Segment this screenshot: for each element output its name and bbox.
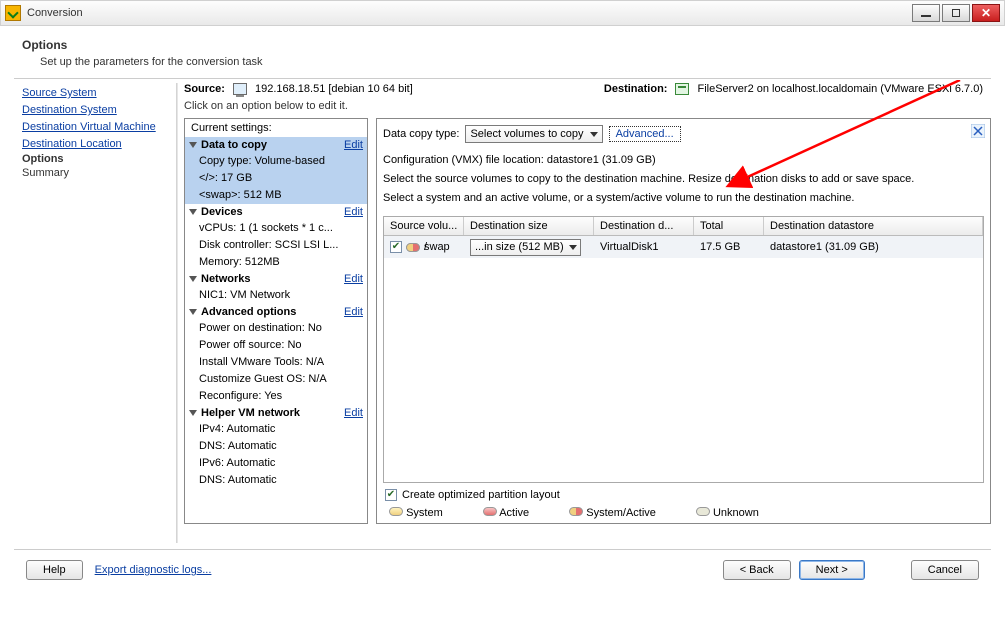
section-data-to-copy[interactable]: Data to copy Edit [185, 137, 367, 153]
legend: System Active System/Active Unknown [383, 507, 984, 519]
app-icon [5, 5, 21, 21]
edit-helper-vm[interactable]: Edit [344, 407, 363, 419]
export-logs-link[interactable]: Export diagnostic logs... [95, 564, 212, 576]
edit-data-to-copy[interactable]: Edit [344, 139, 363, 151]
section-helper-vm-network[interactable]: Helper VM network Edit [185, 405, 367, 421]
advanced-button[interactable]: Advanced... [609, 126, 681, 142]
back-button[interactable]: < Back [723, 560, 791, 580]
page-subtitle: Set up the parameters for the conversion… [40, 56, 991, 68]
setting-line: IPv4: Automatic [199, 421, 363, 438]
setting-line: vCPUs: 1 (1 sockets * 1 c... [199, 220, 363, 237]
section-advanced-options[interactable]: Advanced options Edit [185, 304, 367, 320]
chevron-down-icon [189, 276, 197, 282]
setting-line: Memory: 512MB [199, 254, 363, 271]
close-button[interactable]: ✕ [972, 4, 1000, 22]
source-value: 192.168.18.51 [debian 10 64 bit] [255, 83, 413, 95]
setting-line: Reconfigure: Yes [199, 388, 363, 405]
step-destination-location[interactable]: Destination Location [22, 136, 168, 153]
setting-line: Install VMware Tools: N/A [199, 354, 363, 371]
legend-active-icon [483, 507, 497, 516]
volumes-table: Source volu... Destination size Destinat… [383, 216, 984, 483]
cancel-button[interactable]: Cancel [911, 560, 979, 580]
window-title: Conversion [27, 7, 83, 19]
disk-icon [406, 243, 420, 252]
help-button[interactable]: Help [26, 560, 83, 580]
step-summary: Summary [22, 165, 168, 182]
setting-line: Power off source: No [199, 337, 363, 354]
step-destination-vm[interactable]: Destination Virtual Machine [22, 119, 168, 136]
setting-line: NIC1: VM Network [199, 287, 363, 304]
vmx-location: Configuration (VMX) file location: datas… [383, 153, 984, 168]
edit-advanced-options[interactable]: Edit [344, 306, 363, 318]
footer: Help Export diagnostic logs... < Back Ne… [14, 550, 991, 580]
destination-value: FileServer2 on localhost.localdomain (VM… [697, 83, 983, 95]
step-source-system[interactable]: Source System [22, 85, 168, 102]
titlebar: Conversion ✕ [0, 0, 1005, 26]
destination-size-select[interactable]: ...in size (512 MB) [470, 239, 581, 256]
page-title: Options [22, 38, 991, 52]
setting-line: IPv6: Automatic [199, 455, 363, 472]
setting-line: Copy type: Volume-based [199, 153, 363, 170]
current-settings-caption: Current settings: [185, 119, 367, 137]
editor-panel: Data copy type: Select volumes to copy A… [376, 118, 991, 524]
destination-label: Destination: [604, 83, 668, 95]
maximize-button[interactable] [942, 4, 970, 22]
optimized-layout-checkbox[interactable] [385, 489, 397, 501]
setting-line: Customize Guest OS: N/A [199, 371, 363, 388]
desc-line: Select a system and an active volume, or… [383, 191, 984, 206]
chevron-down-icon [189, 410, 197, 416]
setting-line: </>: 17 GB [199, 170, 363, 187]
server-icon [675, 83, 689, 95]
wizard-steps: Source System Destination System Destina… [14, 79, 176, 549]
chevron-down-icon [189, 309, 197, 315]
step-options: Options [22, 153, 64, 165]
settings-scroll[interactable]: Data to copy Edit Copy type: Volume-base… [185, 137, 367, 523]
minimize-button[interactable] [912, 4, 940, 22]
legend-unknown-icon [696, 507, 710, 516]
chevron-down-icon [189, 142, 197, 148]
section-networks[interactable]: Networks Edit [185, 271, 367, 287]
section-devices[interactable]: Devices Edit [185, 204, 367, 220]
step-destination-system[interactable]: Destination System [22, 102, 168, 119]
click-hint: Click on an option below to edit it. [184, 100, 991, 112]
legend-system-icon [389, 507, 403, 516]
next-button[interactable]: Next > [799, 560, 865, 580]
source-label: Source: [184, 83, 225, 95]
legend-system-active-icon [569, 507, 583, 516]
computer-icon [233, 83, 247, 95]
col-destination-size[interactable]: Destination size [464, 217, 594, 235]
current-settings-panel: Current settings: Data to copy Edit Copy… [184, 118, 368, 524]
col-source-volume[interactable]: Source volu... [384, 217, 464, 235]
setting-line: <swap>: 512 MB [199, 187, 363, 204]
vertical-divider [176, 83, 178, 543]
chevron-down-icon [189, 209, 197, 215]
edit-devices[interactable]: Edit [344, 206, 363, 218]
optimized-layout-label: Create optimized partition layout [402, 489, 560, 501]
setting-line: Power on destination: No [199, 320, 363, 337]
volume-checkbox[interactable] [390, 241, 402, 253]
data-copy-type-label: Data copy type: [383, 128, 459, 140]
desc-line: Select the source volumes to copy to the… [383, 172, 984, 187]
setting-line: DNS: Automatic [199, 472, 363, 489]
edit-networks[interactable]: Edit [344, 273, 363, 285]
setting-line: Disk controller: SCSI LSI L... [199, 237, 363, 254]
setting-line: DNS: Automatic [199, 438, 363, 455]
data-copy-type-select[interactable]: Select volumes to copy [465, 125, 602, 143]
panel-close-icon[interactable] [970, 123, 986, 139]
